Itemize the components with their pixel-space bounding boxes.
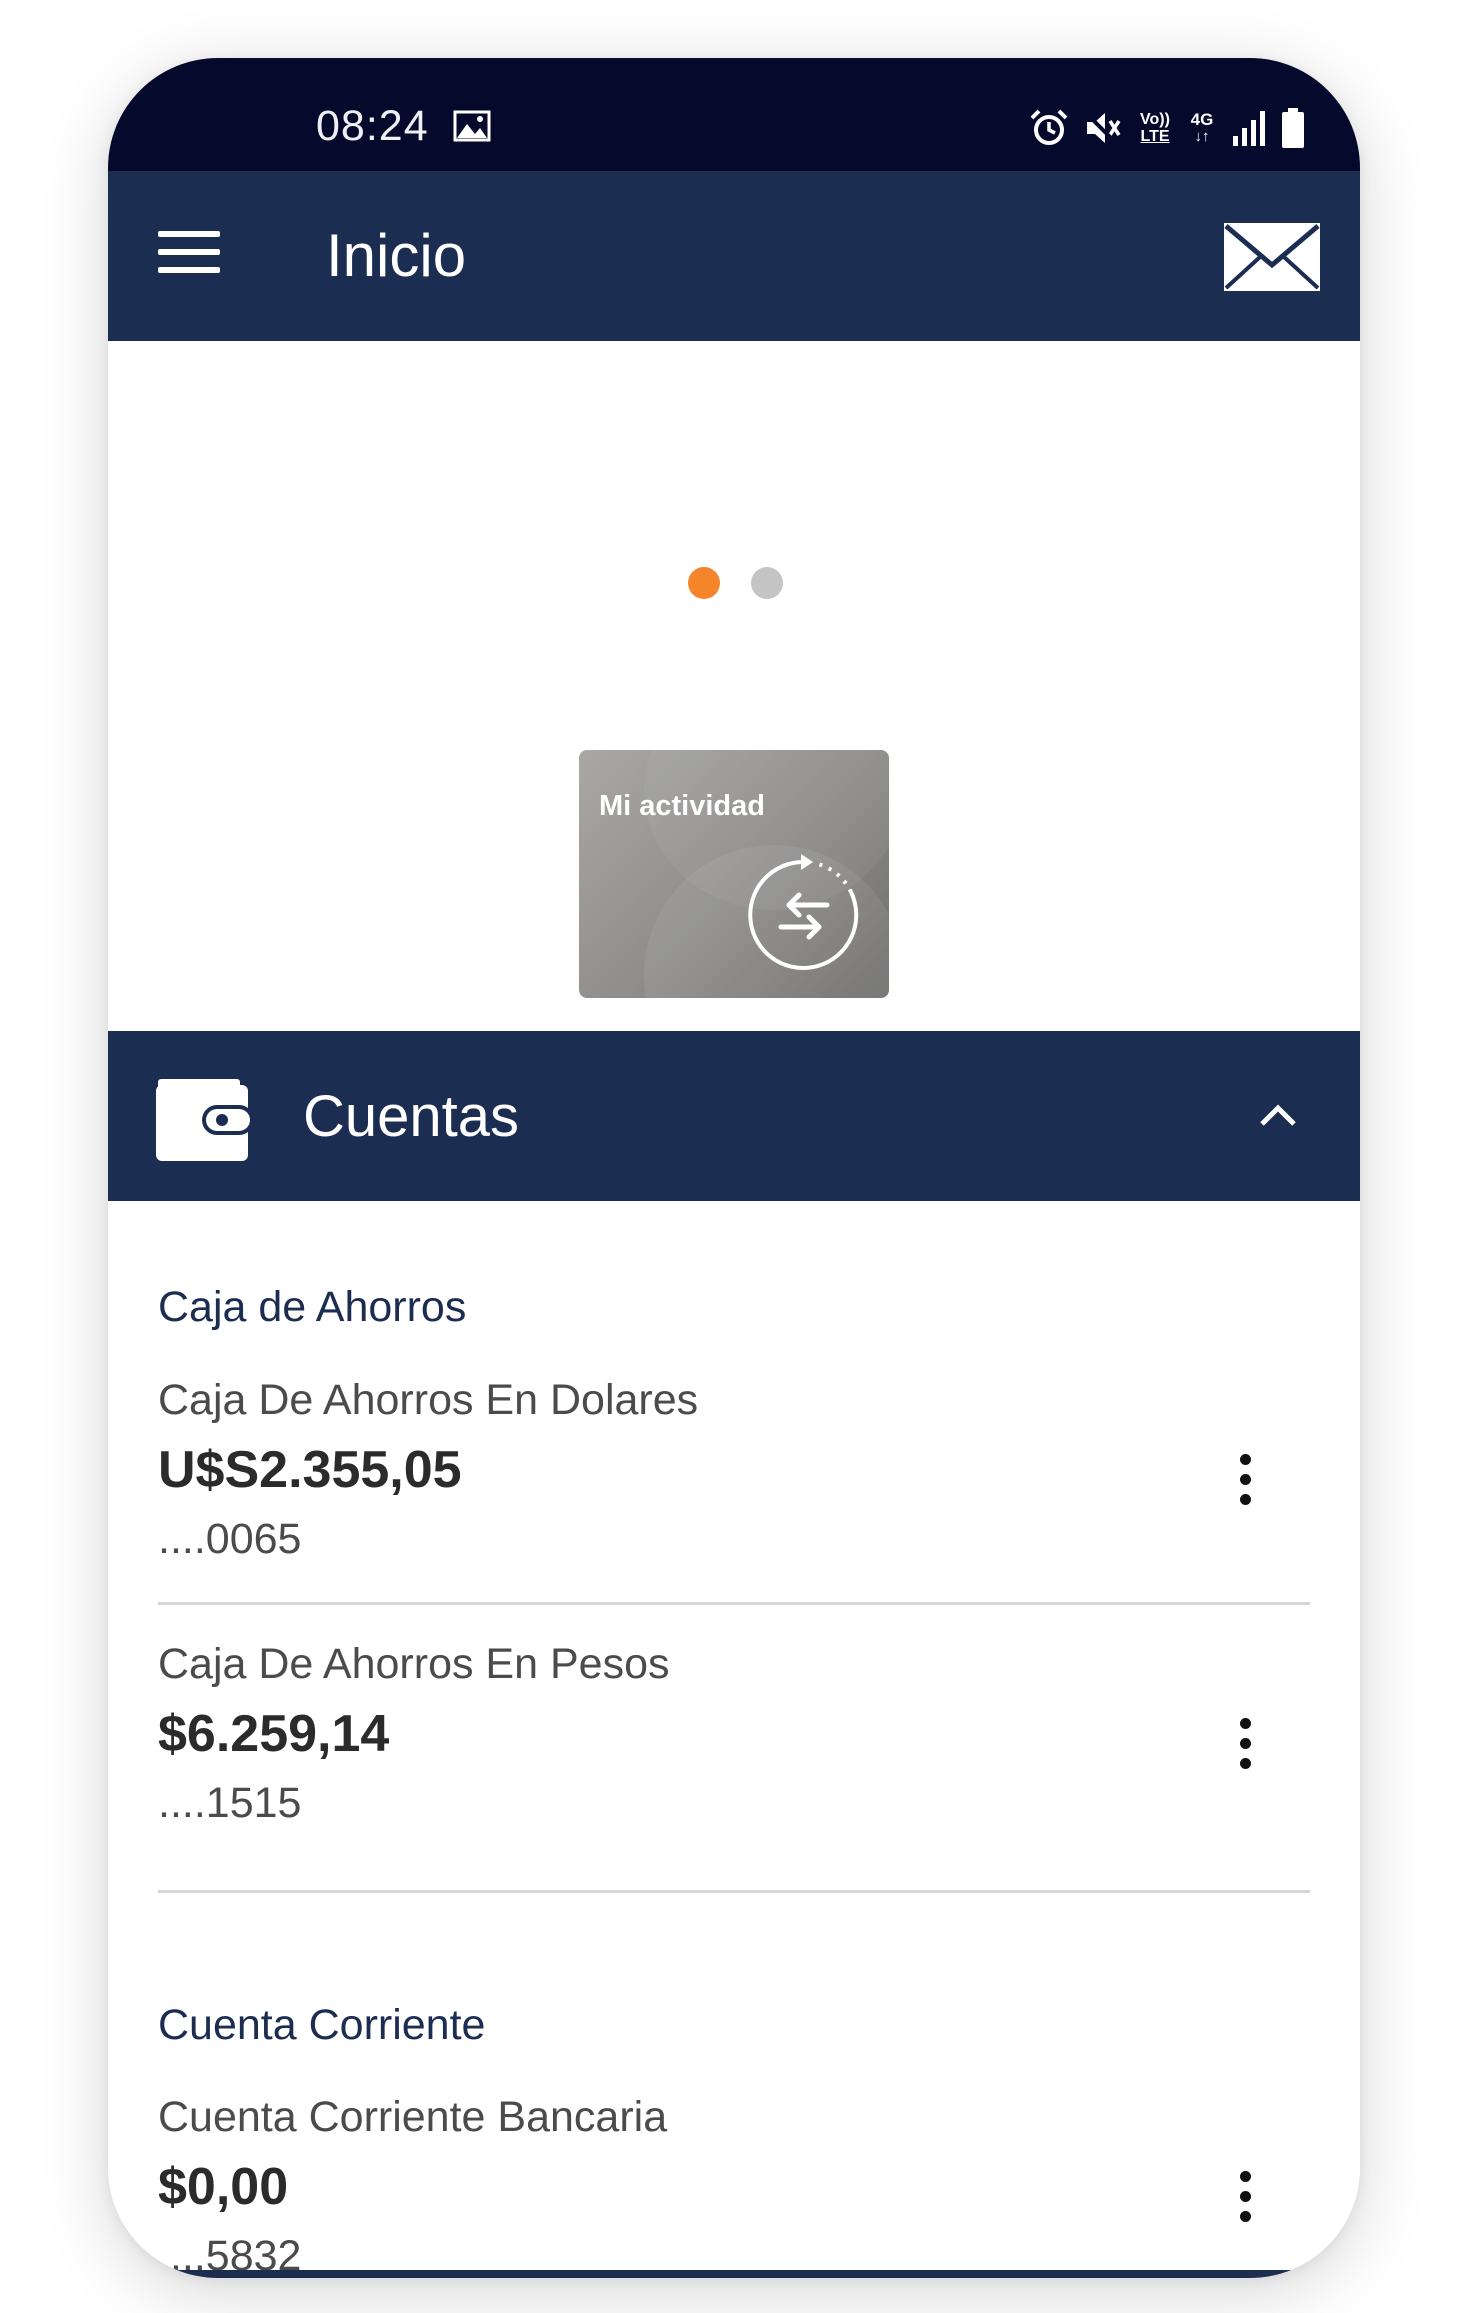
- accounts-section-header[interactable]: Cuentas: [108, 1031, 1360, 1201]
- page-title: Inicio: [326, 222, 467, 289]
- bottom-edge: [108, 2270, 1360, 2278]
- account-item[interactable]: Cuenta Corriente Bancaria $0,00 ....5832: [158, 2096, 1310, 2278]
- status-time: 08:24: [316, 102, 429, 150]
- divider: [158, 1602, 1310, 1605]
- alarm-icon: [1030, 109, 1068, 145]
- 4g-icon: 4G ↓↑: [1187, 111, 1217, 145]
- carousel-dot-active[interactable]: [688, 567, 720, 599]
- carousel-dot[interactable]: [751, 567, 783, 599]
- account-name: Caja De Ahorros En Pesos: [158, 1640, 670, 1688]
- data-arrows: ↓↑: [1194, 128, 1210, 145]
- mute-icon: [1083, 110, 1121, 146]
- account-name: Cuenta Corriente Bancaria: [158, 2093, 668, 2141]
- divider: [158, 1890, 1310, 1893]
- group-title-caja-de-ahorros: Caja de Ahorros: [158, 1283, 467, 1331]
- activity-card-label: Mi actividad: [599, 790, 765, 822]
- transfer-cycle-icon: [748, 854, 859, 970]
- volte-label-top: Vo)): [1140, 111, 1170, 128]
- volte-label-bottom: LTE: [1140, 128, 1170, 145]
- volte-icon: Vo)) LTE: [1137, 111, 1173, 145]
- account-item[interactable]: Caja De Ahorros En Dolares U$S2.355,05 .…: [158, 1379, 1310, 1561]
- carousel-indicator: [688, 567, 783, 599]
- phone-frame: 08:24 Vo)) LTE 4G ↓↑ Inicio Mi actividad…: [108, 58, 1360, 2278]
- app-bar: Inicio: [108, 171, 1360, 341]
- wallet-icon: [156, 1079, 254, 1161]
- accounts-section-title: Cuentas: [303, 1084, 520, 1149]
- envelope-icon[interactable]: [1222, 221, 1322, 293]
- status-icons: Vo)) LTE 4G ↓↑: [1029, 106, 1305, 150]
- account-number: ....0065: [158, 1515, 302, 1563]
- chevron-up-icon[interactable]: [1256, 1096, 1300, 1136]
- group-title-cuenta-corriente: Cuenta Corriente: [158, 2001, 486, 2049]
- account-balance: $6.259,14: [158, 1705, 390, 1763]
- more-options-icon[interactable]: [1230, 2171, 1260, 2231]
- activity-card[interactable]: Mi actividad: [579, 750, 889, 998]
- hamburger-menu-icon[interactable]: [158, 231, 220, 281]
- battery-icon: [1282, 108, 1304, 148]
- more-options-icon[interactable]: [1230, 1718, 1260, 1778]
- network-label: 4G: [1190, 110, 1214, 129]
- carousel[interactable]: Mi actividad: [108, 341, 1360, 1031]
- account-item[interactable]: Caja De Ahorros En Pesos $6.259,14 ....1…: [158, 1643, 1310, 1825]
- account-name: Caja De Ahorros En Dolares: [158, 1376, 699, 1424]
- signal-icon: [1233, 111, 1265, 146]
- more-options-icon[interactable]: [1230, 1454, 1260, 1514]
- status-bar: 08:24 Vo)) LTE 4G ↓↑: [108, 58, 1360, 171]
- account-balance: U$S2.355,05: [158, 1441, 462, 1499]
- gallery-icon: [453, 110, 491, 142]
- account-number: ....1515: [158, 1779, 302, 1827]
- account-balance: $0,00: [158, 2158, 289, 2216]
